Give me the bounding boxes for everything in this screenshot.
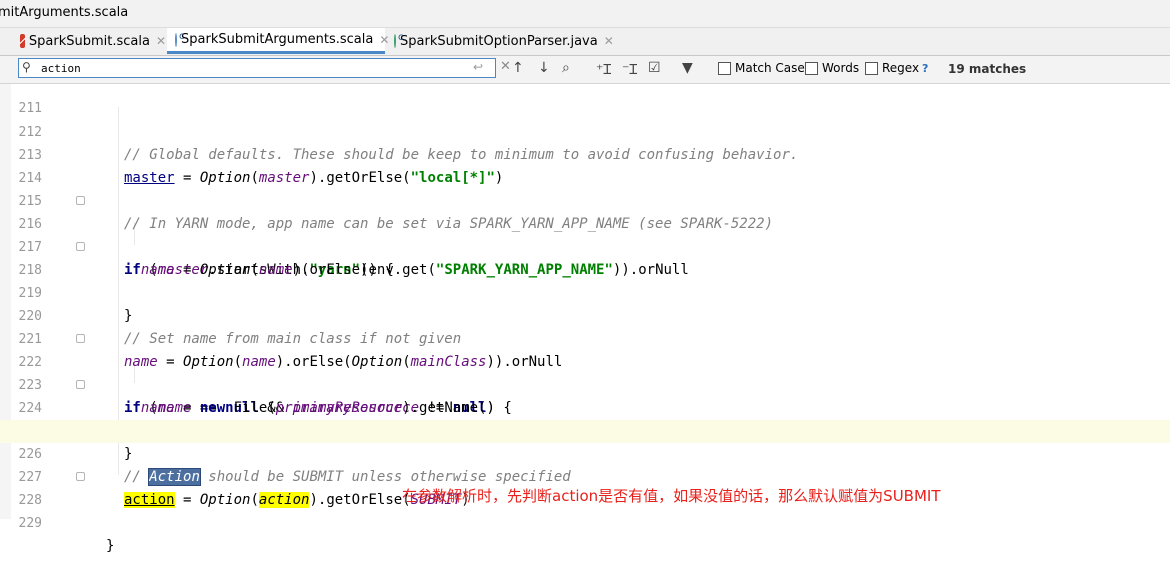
code-line: 222 if (name == null && primaryResource … [0,328,1170,416]
code-line: 219 [18,286,42,301]
code-line: 220 // Set name from main class if not g… [18,309,462,347]
java-class-icon [394,32,404,48]
fold-icon[interactable] [76,196,85,205]
code-line: 215 // In YARN mode, app name can be set… [18,194,774,232]
code-line: 225 [0,397,1170,439]
code-line: 221 name = Option(name).orElse(Option(ma… [18,332,563,370]
fold-icon[interactable] [76,334,85,343]
search-history-icon[interactable]: ⚲ [22,60,31,74]
annotation-note: 在参数解析时，先判断action是否有值，如果没值的话，那么默认赋值为SUBMI… [402,487,941,505]
code-line: 214 [18,171,42,186]
code-line: 227 action = Option(action).getOrElse(SU… [18,470,470,508]
scala-file-icon [20,34,25,48]
checkbox-box[interactable] [805,61,818,75]
tab-sparksubmitarguments[interactable]: SparkSubmitArguments.scala ✕ [167,28,389,54]
window-title: mitArguments.scala [0,5,129,20]
fold-icon[interactable] [76,380,85,389]
editor-tab-bar: SparkSubmit.scala ✕ SparkSubmitArguments… [0,28,1170,56]
tab-sparksubmit[interactable]: SparkSubmit.scala ✕ [14,28,166,54]
code-line: 212 // Global defaults. These should be … [18,125,799,163]
match-case-checkbox[interactable]: Match Case [718,61,805,75]
code-line: 211 [18,101,42,116]
code-line-current: 226 // Action should be SUBMIT unless ot… [0,420,1170,486]
tab-label: SparkSubmit.scala [28,33,150,49]
checkbox-box[interactable] [718,61,731,75]
match-case-label: Match Case [735,61,805,75]
code-line: 223 name = new File(primaryResource).get… [18,378,495,416]
tab-label: SparkSubmitArguments.scala [181,32,374,47]
fold-icon[interactable] [76,472,85,481]
code-editor[interactable]: 211 212 // Global defaults. These should… [0,84,1170,554]
close-icon[interactable]: ✕ [604,34,614,48]
code-line: 218 } [0,236,1170,324]
code-line: 224 } [0,374,1170,462]
checkbox-box[interactable] [865,61,878,75]
regex-label: Regex [882,61,920,75]
words-checkbox[interactable]: Words [805,61,859,75]
code-line: 213 master = Option(master).getOrElse("l… [18,148,504,186]
words-label: Words [822,61,860,75]
scala-class-icon [175,31,185,47]
fold-icon[interactable] [76,242,85,251]
tab-label: SparkSubmitOptionParser.java [400,33,598,49]
new-line-icon[interactable]: ↩ [473,60,483,74]
tab-sparksubmitoptionparser[interactable]: SparkSubmitOptionParser.java ✕ [386,28,614,54]
close-icon[interactable]: ✕ [156,34,166,48]
clear-search-icon[interactable]: ✕ [500,59,511,74]
regex-checkbox[interactable]: Regex [865,61,919,75]
title-bar: mitArguments.scala [0,0,1170,28]
code-line: 216 if (master.startsWith("yarn")) { [0,190,1170,278]
code-line: 217 name = Option(name).orElse(env.get("… [18,240,689,278]
